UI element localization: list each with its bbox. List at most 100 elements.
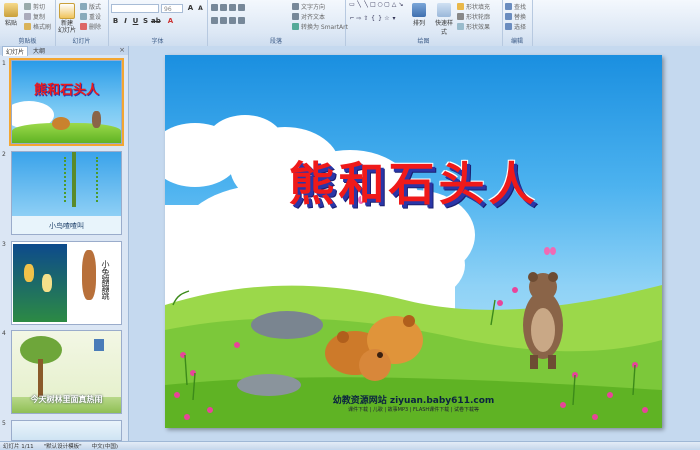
copy-button[interactable]: 复制 — [24, 12, 45, 21]
quick-styles-button[interactable]: 快速样式 — [433, 3, 455, 36]
slide-thumbnail-2[interactable]: 小鸟喳喳叫 — [11, 151, 122, 235]
paste-button[interactable]: 粘贴 — [3, 3, 19, 27]
shape-brace-icon[interactable]: { — [370, 15, 376, 29]
indent-icon — [229, 4, 236, 11]
slide-number: 5 — [2, 420, 6, 427]
shape-line-icon[interactable]: ╲ — [356, 2, 362, 15]
font-name-combo[interactable] — [111, 4, 159, 13]
fill-bucket-icon — [457, 3, 464, 10]
rabbit-icon — [24, 264, 34, 282]
font-group-label: 字体 — [151, 38, 164, 45]
arrange-button[interactable]: 排列 — [409, 3, 429, 27]
reset-button[interactable]: 重设 — [80, 12, 101, 21]
numbering-icon — [220, 4, 227, 11]
clipboard-group: 粘贴 剪切 复制 格式刷 剪贴板 — [0, 0, 56, 46]
editing-group: 查找 替换 选择 编辑 — [502, 0, 533, 46]
text-direction-icon — [292, 3, 299, 10]
thumb-title: 熊和石头人 — [33, 83, 99, 98]
shape-more-icon[interactable]: ▾ — [391, 15, 397, 29]
rabbit-icon — [42, 274, 52, 292]
shape-up-arrow-icon[interactable]: ⇧ — [363, 15, 369, 29]
website-tags[interactable]: 课件下载 | 儿歌 | 故事MP3 | FLASH课件下载 | 试卷下载等 — [165, 406, 662, 413]
shape-effects-button[interactable]: 形状效果 — [457, 22, 490, 31]
font-size-combo[interactable]: 96 — [161, 4, 183, 13]
slide-thumbnail-3[interactable]: 小兔蹦蹦跳 — [11, 241, 122, 325]
quick-styles-icon — [437, 3, 451, 17]
replace-icon — [505, 13, 512, 20]
website-text[interactable]: 幼教资源网站 ziyuan.baby611.com — [165, 393, 662, 406]
shrink-font-button[interactable]: A — [196, 4, 205, 13]
slide-thumbnail-4[interactable]: 今天树林里面真热闹 — [11, 330, 122, 414]
font-group: 96 A A B I U S ab A 字体 — [108, 0, 208, 46]
strikethrough-button[interactable]: ab — [151, 17, 161, 26]
shape-rect-icon[interactable]: ▭ — [349, 2, 355, 15]
paragraph-group: 文字方向 对齐文本 转换为 SmartArt 段落 — [207, 0, 348, 46]
slide-background-art — [165, 115, 662, 428]
text-direction-button[interactable]: 文字方向 — [292, 2, 325, 11]
bear-icon — [92, 111, 101, 128]
language[interactable]: 中文(中国) — [92, 442, 118, 450]
rabbits-picture — [13, 244, 67, 322]
font-color-button[interactable]: A — [166, 17, 175, 26]
outdent-icon — [238, 4, 245, 11]
layout-button[interactable]: 版式 — [80, 2, 101, 11]
tab-outline[interactable]: 大纲 — [30, 46, 48, 55]
bold-button[interactable]: B — [111, 17, 120, 26]
slide-thumbnail-5[interactable] — [11, 420, 122, 441]
shape-right-arrow-icon[interactable]: ⇨ — [356, 15, 362, 29]
drawing-group-label: 绘图 — [417, 38, 430, 45]
pane-tabs: 幻灯片 大纲 — [0, 45, 128, 56]
bullets-icon — [211, 4, 218, 11]
cut-button[interactable]: 剪切 — [24, 2, 45, 11]
slides-group-label: 幻灯片 — [72, 38, 91, 45]
slide-number: 2 — [2, 151, 6, 158]
shape-star-icon[interactable]: ☆ — [384, 15, 390, 29]
shape-oval-icon[interactable]: ○ — [377, 2, 383, 15]
shape-line2-icon[interactable]: ╲ — [363, 2, 369, 15]
pane-close-icon[interactable]: × — [119, 46, 125, 54]
delete-button[interactable]: 删除 — [80, 22, 101, 31]
slide-thumbnail-pane: 幻灯片 大纲 × 1 熊和石头人 2 小鸟喳喳叫 3 小兔蹦蹦跳 4 今天树林里 — [0, 45, 129, 441]
rock-icon — [251, 311, 323, 339]
align-buttons[interactable] — [211, 17, 245, 24]
shape-bend-icon[interactable]: ⌐ — [349, 15, 355, 29]
smartart-button[interactable]: 转换为 SmartArt — [292, 22, 348, 31]
grow-font-button[interactable]: A — [186, 4, 195, 13]
shape-arrow-icon[interactable]: ↘ — [398, 2, 404, 15]
scissors-icon — [24, 3, 31, 10]
editing-group-label: 编辑 — [510, 38, 523, 45]
shape-fill-button[interactable]: 形状填充 — [457, 2, 490, 11]
find-button[interactable]: 查找 — [505, 2, 526, 11]
paragraph-group-label: 段落 — [269, 38, 282, 45]
tab-slides[interactable]: 幻灯片 — [2, 45, 29, 56]
shape-brace2-icon[interactable]: } — [377, 15, 383, 29]
bullets-button[interactable] — [211, 4, 245, 11]
shape-round-rect-icon[interactable]: ▢ — [384, 2, 390, 15]
underline-button[interactable]: U — [131, 17, 140, 26]
shape-triangle-icon[interactable]: △ — [391, 2, 397, 15]
shape-gallery[interactable]: ▭ ╲ ╲ □ ○ ▢ △ ↘ ⌐ ⇨ ⇧{} ☆ ▾ — [349, 2, 404, 29]
reset-icon — [80, 13, 87, 20]
delete-icon — [80, 23, 87, 30]
shape-rect2-icon[interactable]: □ — [370, 2, 376, 15]
paste-icon — [4, 3, 18, 17]
align-text-button[interactable]: 对齐文本 — [292, 12, 325, 21]
thumb-caption: 今天树林里面真热闹 — [30, 395, 103, 404]
theme-name[interactable]: "默认设计模板" — [44, 442, 82, 450]
select-button[interactable]: 选择 — [505, 22, 526, 31]
slide-thumbnail-1[interactable]: 熊和石头人 — [9, 58, 124, 146]
rabbit-icon — [82, 250, 96, 300]
italic-button[interactable]: I — [121, 17, 130, 26]
format-painter-button[interactable]: 格式刷 — [24, 22, 51, 31]
new-slide-button[interactable]: 新建 幻灯片 — [58, 3, 76, 34]
shadow-button[interactable]: S — [141, 17, 150, 26]
slide-title[interactable]: 熊和石头人 — [165, 148, 662, 214]
replace-button[interactable]: 替换 — [505, 12, 526, 21]
brush-icon — [24, 23, 31, 30]
slide-editing-area: 熊和石头人 幼教资源网站 ziyuan.baby611.com 课件下载 | 儿… — [129, 46, 700, 441]
shape-outline-button[interactable]: 形状轮廓 — [457, 12, 490, 21]
current-slide[interactable]: 熊和石头人 幼教资源网站 ziyuan.baby611.com 课件下载 | 儿… — [165, 55, 662, 428]
pen-icon — [457, 13, 464, 20]
align-right-icon — [229, 17, 236, 24]
slide-number: 4 — [2, 330, 6, 337]
